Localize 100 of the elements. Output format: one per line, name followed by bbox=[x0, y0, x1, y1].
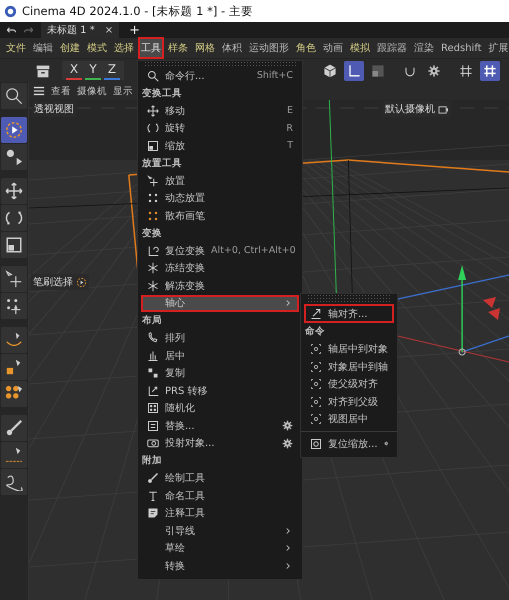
menu-item[interactable]: PRS 转移 bbox=[141, 382, 299, 400]
spline-curve-tool-button[interactable] bbox=[1, 469, 27, 495]
menu-item[interactable]: 轴居中到对象 bbox=[304, 340, 394, 358]
menu-item[interactable]: 绘制工具 bbox=[141, 470, 299, 487]
y-axis-arrow[interactable] bbox=[458, 265, 466, 352]
menu-bar-item[interactable]: 编辑 bbox=[30, 37, 56, 59]
target-icon bbox=[310, 360, 322, 373]
menu-item[interactable]: 轴心 bbox=[141, 294, 299, 312]
brush-icon bbox=[147, 472, 159, 484]
menu-bar-item[interactable]: 跟踪器 bbox=[374, 37, 410, 59]
menu-item[interactable]: 对齐到父级 bbox=[304, 393, 394, 410]
search-tool-button[interactable] bbox=[1, 83, 27, 109]
menu-item[interactable]: 替换... bbox=[141, 417, 299, 434]
menu-bar-item[interactable]: 网格 bbox=[192, 37, 218, 59]
bars-icon bbox=[147, 350, 159, 362]
menu-bar-item[interactable]: 选择 bbox=[111, 37, 137, 59]
new-tab-button[interactable]: + bbox=[125, 22, 144, 38]
document-tab[interactable]: 未标题 1 * × bbox=[41, 22, 120, 38]
menu-item[interactable]: 引导线 bbox=[141, 522, 299, 540]
camera-selector[interactable]: 默认摄像机 bbox=[383, 101, 451, 117]
menu-item[interactable]: 排列 bbox=[141, 330, 299, 347]
menu-item[interactable]: 复位缩放... bbox=[304, 435, 394, 452]
menu-bar-item[interactable]: 样条 bbox=[165, 37, 191, 59]
move-icon bbox=[147, 104, 159, 117]
menu-section-title: 变换工具 bbox=[141, 86, 183, 100]
axis-lock-button[interactable]: X bbox=[66, 61, 82, 80]
menu-item[interactable]: 命名工具 bbox=[141, 487, 299, 504]
menu-item[interactable]: 转换 bbox=[141, 557, 299, 574]
menu-item[interactable]: 随机化 bbox=[141, 400, 299, 417]
grid-button[interactable] bbox=[480, 60, 500, 80]
menu-item[interactable]: 旋转 R bbox=[141, 120, 299, 137]
menu-bar-item[interactable]: 文件 bbox=[3, 37, 29, 59]
menu-item[interactable]: 缩放 T bbox=[141, 137, 299, 154]
menu-item[interactable]: 视图居中 bbox=[304, 410, 394, 428]
place-tool-button[interactable] bbox=[1, 266, 27, 292]
grid-icon bbox=[458, 62, 474, 78]
settings-icon[interactable] bbox=[282, 420, 293, 432]
menu-bar-item[interactable]: 扩展 bbox=[486, 37, 509, 59]
scale-tool-button[interactable] bbox=[1, 232, 27, 258]
pivot-handle[interactable] bbox=[458, 348, 466, 356]
move-tool-button[interactable] bbox=[1, 178, 27, 204]
menu-bar-item[interactable]: 运动图形 bbox=[246, 37, 292, 59]
menu-item[interactable]: 草绘 bbox=[141, 540, 299, 557]
scatter-move-tool-button[interactable] bbox=[1, 293, 27, 319]
viewport-menu-item[interactable]: 查看 bbox=[51, 84, 71, 98]
menu-section-title: 命令 bbox=[304, 325, 326, 339]
menu-item[interactable]: 复制 bbox=[141, 364, 299, 382]
menu-item[interactable]: 居中 bbox=[141, 347, 299, 364]
pen-line-tool-button[interactable] bbox=[1, 442, 27, 468]
menu-bar-item[interactable]: 模式 bbox=[84, 37, 110, 59]
viewport-menu-item[interactable]: 显示 bbox=[113, 84, 133, 98]
tooltip: 笔刷选择 bbox=[31, 274, 89, 290]
menu-item[interactable]: 冻结变换 bbox=[141, 260, 299, 277]
close-tab-button[interactable]: × bbox=[104, 24, 114, 36]
menu-bar-item[interactable]: 角色 bbox=[293, 37, 319, 59]
brush-tool-button[interactable] bbox=[1, 415, 27, 441]
grid-icon bbox=[482, 62, 498, 78]
target-icon bbox=[310, 396, 322, 408]
menu-bar-item[interactable]: 渲染 bbox=[411, 37, 437, 59]
menu-item[interactable]: 使父级对齐 bbox=[304, 376, 394, 393]
squares-icon bbox=[147, 367, 159, 380]
select-circle-tool-button[interactable] bbox=[1, 117, 27, 143]
menu-item[interactable]: 解冻变换 bbox=[141, 277, 299, 294]
axis-corner-button[interactable] bbox=[344, 60, 364, 80]
menu-bar-item[interactable]: Redshift bbox=[438, 38, 485, 58]
menu-bar-item[interactable]: 动画 bbox=[320, 37, 346, 59]
menu-item[interactable]: 动态放置 bbox=[141, 190, 299, 207]
menu-item[interactable]: 移动 E bbox=[141, 102, 299, 120]
target-icon bbox=[310, 343, 322, 356]
cube-icon bbox=[322, 62, 338, 78]
rotation-handle-icon[interactable] bbox=[483, 297, 500, 320]
menu-item[interactable]: 放置 bbox=[141, 172, 299, 190]
menu-item[interactable]: 对象居中到轴 bbox=[304, 358, 394, 376]
brush-icon bbox=[5, 419, 23, 437]
menu-item[interactable]: 注释工具 bbox=[141, 504, 299, 522]
menu-item[interactable]: 命令行... Shift+C bbox=[141, 67, 299, 84]
menu-item[interactable]: 复位变换 Alt+0, Ctrl+Alt+0 bbox=[141, 242, 299, 260]
axis-lock-button[interactable]: Y bbox=[85, 61, 101, 80]
menu-section-title: 附加 bbox=[141, 454, 163, 468]
projector-icon bbox=[147, 437, 159, 450]
viewport-menu-item[interactable]: 摄像机 bbox=[77, 84, 107, 98]
camera-icon bbox=[438, 104, 449, 114]
menu-item[interactable]: 投射对象... bbox=[141, 434, 299, 452]
pen-square-tool-button[interactable] bbox=[1, 354, 27, 380]
menu-section-title: 变换 bbox=[141, 226, 163, 240]
menu-icon[interactable] bbox=[33, 85, 45, 97]
menu-bar-item[interactable]: 模拟 bbox=[347, 37, 373, 59]
menu-bar-item[interactable]: 创建 bbox=[57, 37, 83, 59]
pen-curve-tool-button[interactable] bbox=[1, 327, 27, 353]
settings-icon[interactable] bbox=[282, 438, 293, 449]
axis-lock-button[interactable]: Z bbox=[104, 61, 120, 80]
replace-icon bbox=[147, 420, 159, 432]
reset-corner-icon bbox=[147, 244, 159, 257]
move-icon bbox=[5, 182, 23, 200]
menu-item[interactable]: 轴对齐... bbox=[304, 304, 394, 323]
rotate-tool-button[interactable] bbox=[1, 205, 27, 231]
menu-bar-item[interactable]: 工具 bbox=[138, 37, 164, 59]
pen-dots-tool-button[interactable] bbox=[1, 381, 27, 407]
menu-item[interactable]: 散布画笔 bbox=[141, 207, 299, 224]
menu-bar-item[interactable]: 体积 bbox=[219, 37, 245, 59]
